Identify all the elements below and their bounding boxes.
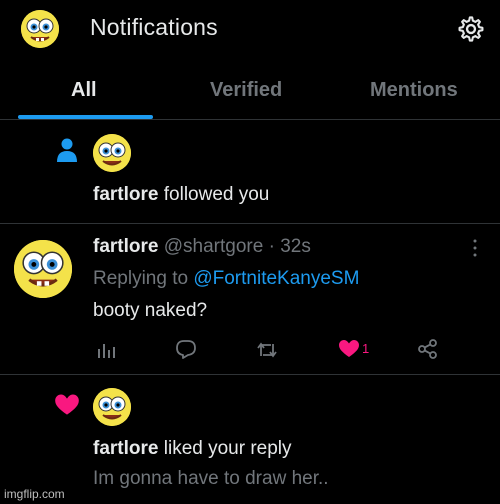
person-icon [57, 138, 77, 162]
separator: · [268, 236, 275, 257]
spongebob-avatar-icon [93, 388, 131, 426]
replying-line: Replying to @FortniteKanyeSM [93, 268, 359, 290]
gear-icon[interactable] [457, 15, 485, 43]
divider [0, 374, 500, 375]
spongebob-avatar-icon [21, 10, 59, 48]
follower-name[interactable]: fartlore [93, 184, 158, 205]
like-count: 1 [362, 341, 370, 356]
author-name[interactable]: fartlore [93, 236, 158, 257]
liked-reply-quote: Im gonna have to draw her.. [93, 468, 329, 489]
tab-verified[interactable]: Verified [210, 79, 282, 102]
tab-mentions[interactable]: Mentions [370, 79, 458, 102]
follower-avatar[interactable] [93, 134, 131, 172]
replying-to-link[interactable]: @FortniteKanyeSM [193, 268, 359, 289]
more-vertical-icon[interactable] [472, 238, 478, 258]
tweet-body: booty naked? [93, 300, 208, 321]
retweet-icon[interactable] [256, 339, 278, 361]
reply-icon[interactable] [175, 338, 197, 360]
timestamp[interactable]: 32s [280, 236, 311, 257]
spongebob-avatar-icon [14, 240, 72, 298]
top-bar: Notifications [0, 0, 500, 58]
heart-icon[interactable] [338, 338, 360, 360]
tweet-header: fartlore @shartgore · 32s [93, 236, 311, 258]
like-action: liked your reply [163, 438, 292, 459]
follow-text: fartlore followed you [93, 184, 269, 206]
heart-icon [55, 394, 79, 415]
active-tab-indicator [18, 115, 153, 119]
liker-avatar[interactable] [93, 388, 131, 426]
follow-action: followed you [163, 184, 270, 205]
like-text: fartlore liked your reply [93, 438, 292, 460]
author-handle[interactable]: @shartgore [164, 236, 264, 257]
reply-author-avatar[interactable] [14, 240, 72, 298]
page-title: Notifications [90, 14, 218, 40]
replying-prefix: Replying to [93, 268, 189, 289]
share-icon[interactable] [417, 338, 439, 360]
analytics-icon[interactable] [95, 339, 117, 361]
tab-all[interactable]: All [71, 79, 97, 102]
watermark: imgflip.com [4, 487, 65, 501]
profile-avatar[interactable] [21, 10, 59, 48]
spongebob-avatar-icon [93, 134, 131, 172]
tab-bar: All Verified Mentions [0, 62, 500, 120]
liker-name[interactable]: fartlore [93, 438, 158, 459]
divider [0, 223, 500, 224]
